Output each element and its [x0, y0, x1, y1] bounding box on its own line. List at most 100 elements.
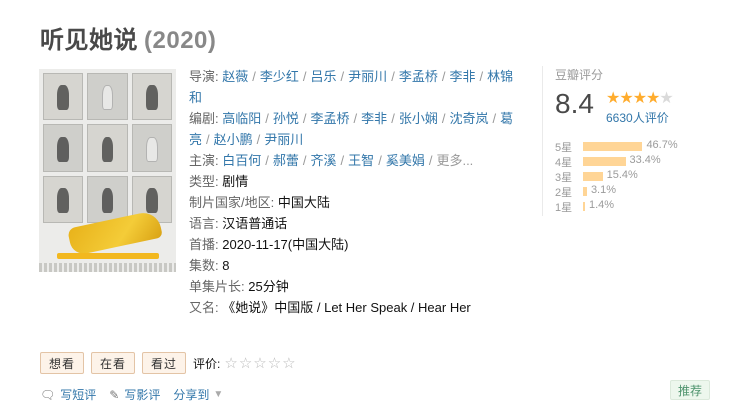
cast-list: 白百何 / 郝蕾 / 齐溪 / 王智 / 奚美娟 / 更多...	[222, 153, 473, 168]
person-link[interactable]: 孙悦	[273, 111, 299, 126]
rating-row-bar	[583, 157, 626, 166]
director-label: 导演:	[189, 69, 219, 84]
rating-row-percent: 3.1%	[590, 184, 617, 196]
rating-row-bar	[583, 202, 585, 211]
review-link[interactable]: ✎ 写影评	[109, 386, 160, 403]
title-year: (2020)	[144, 27, 217, 54]
page-title: 听见她说 (2020)	[40, 20, 216, 55]
premiere-row: 首播: 2020-11-17(中国大陆)	[189, 234, 519, 255]
name-separator: /	[252, 69, 256, 84]
name-separator: /	[353, 111, 358, 126]
poster-cell	[87, 175, 128, 223]
name-separator: /	[479, 69, 484, 84]
director-list: 赵薇 / 李少红 / 吕乐 / 尹丽川 / 李孟桥 / 李非 / 林锦和	[189, 69, 513, 105]
name-separator: /	[441, 111, 446, 126]
poster-image[interactable]	[39, 69, 176, 272]
person-link[interactable]: 王智	[348, 153, 374, 168]
poster-cell	[87, 73, 128, 121]
person-link[interactable]: 李非	[449, 69, 475, 84]
genre-label: 类型:	[189, 174, 219, 189]
watching-button[interactable]: 在看	[91, 352, 136, 374]
recommend-button[interactable]: 推荐	[670, 380, 711, 400]
name-separator: /	[265, 111, 269, 126]
poster-cell	[131, 73, 172, 121]
person-link[interactable]: 赵薇	[222, 69, 248, 84]
poster-credits	[39, 263, 176, 272]
rate-label: 评价:	[193, 356, 221, 371]
writer-label: 编剧:	[189, 111, 219, 126]
rating-row: 1星 1.4%	[555, 199, 702, 214]
rating-score: 8.4	[555, 88, 594, 119]
watched-button[interactable]: 看过	[142, 352, 187, 374]
person-link[interactable]: 沈奇岚	[449, 111, 488, 126]
rating-row-label: 4星	[555, 157, 573, 169]
writer-row: 编剧: 高临阳 / 孙悦 / 李孟桥 / 李非 / 张小娴 / 沈奇岚 / 葛亮 / 赵小鹏 / 尹丽川	[189, 108, 519, 150]
poster-cell	[87, 124, 128, 172]
aka-row: 又名: 《她说》中国版 / Let Her Speak / Hear Her	[189, 297, 519, 318]
person-link[interactable]: 李孟桥	[311, 111, 350, 126]
star-filled-icon: ★	[606, 90, 620, 107]
review-label: 写影评	[124, 388, 161, 402]
person-link[interactable]: 尹丽川	[348, 69, 387, 84]
aka-value: 《她说》中国版 / Let Her Speak / Hear Her	[222, 300, 471, 315]
share-label: 分享到	[173, 388, 210, 402]
person-link[interactable]: 李非	[361, 111, 387, 126]
rating-row-label: 5星	[555, 142, 573, 154]
runtime-label: 单集片长:	[189, 279, 245, 294]
person-link[interactable]: 尹丽川	[264, 132, 303, 147]
name-separator: /	[378, 153, 382, 168]
rating-row-bar	[583, 172, 603, 181]
aka-label: 又名:	[189, 300, 219, 315]
action-bar: 想看 在看 看过 评价: ☆☆☆☆☆	[40, 352, 297, 374]
name-separator: /	[206, 132, 210, 147]
rate-stars-icon[interactable]: ☆☆☆☆☆	[224, 354, 296, 372]
genre-row: 类型: 剧情	[189, 171, 519, 192]
info-panel: 导演: 赵薇 / 李少红 / 吕乐 / 尹丽川 / 李孟桥 / 李非 / 林锦和 编剧: 高临阳 / 孙悦 /…	[189, 66, 519, 318]
name-separator: /	[302, 153, 307, 168]
writer-list: 高临阳 / 孙悦 / 李孟桥 / 李非 / 张小娴 / 沈奇岚 / 葛亮 / 赵小鹏 / 尹丽川	[189, 111, 513, 147]
poster-cell	[131, 124, 172, 172]
person-link[interactable]: 奚美娟	[386, 153, 425, 168]
rating-divider	[542, 66, 543, 216]
person-link[interactable]: 高临阳	[222, 111, 261, 126]
name-separator: /	[265, 153, 269, 168]
genre-value: 剧情	[222, 174, 249, 189]
director-row: 导演: 赵薇 / 李少红 / 吕乐 / 尹丽川 / 李孟桥 / 李非 / 林锦和	[189, 66, 519, 108]
pencil-icon: ✎	[109, 387, 120, 402]
poster-cell	[43, 175, 84, 223]
rating-row-label: 3星	[555, 172, 573, 184]
person-link[interactable]: 赵小鹏	[214, 132, 253, 147]
person-link[interactable]: 白百何	[222, 153, 261, 168]
rating-row-percent: 46.7%	[646, 139, 678, 151]
star-filled-icon: ★	[619, 90, 633, 107]
share-link[interactable]: 分享到 ▼	[173, 386, 223, 403]
rating-row-bar	[583, 142, 643, 151]
rating-votes-link[interactable]: 6630人评价	[606, 109, 669, 126]
star-filled-icon: ★	[646, 90, 660, 107]
comment-icon: 🗨︎	[40, 387, 56, 402]
person-link[interactable]: 张小娴	[399, 111, 438, 126]
episodes-row: 集数: 8	[189, 255, 519, 276]
country-row: 制片国家/地区: 中国大陆	[189, 192, 519, 213]
rating-row: 3星 15.4%	[555, 169, 702, 184]
rating-row-percent: 1.4%	[589, 199, 615, 211]
rating-row: 2星 3.1%	[555, 184, 702, 199]
title-text: 听见她说	[40, 27, 138, 54]
rating-stars-icon: ★★★★★	[606, 88, 674, 108]
person-link[interactable]: 吕乐	[311, 69, 337, 84]
name-separator: /	[391, 111, 395, 126]
short-review-label: 写短评	[60, 388, 97, 402]
poster-cell	[43, 73, 84, 121]
name-separator: /	[391, 69, 395, 84]
short-review-link[interactable]: 🗨︎ 写短评	[40, 386, 96, 403]
language-row: 语言: 汉语普通话	[189, 213, 519, 234]
person-link[interactable]: 郝蕾	[273, 153, 299, 168]
person-link[interactable]: 李少红	[260, 69, 299, 84]
person-link[interactable]: 李孟桥	[399, 69, 438, 84]
rating-row: 5星 46.7%	[555, 139, 702, 154]
person-link[interactable]: 齐溪	[311, 153, 337, 168]
name-separator: /	[492, 111, 497, 126]
more-cast-link[interactable]: 更多...	[436, 153, 473, 168]
want-button[interactable]: 想看	[40, 352, 85, 374]
rating-row: 4星 33.4%	[555, 154, 702, 169]
